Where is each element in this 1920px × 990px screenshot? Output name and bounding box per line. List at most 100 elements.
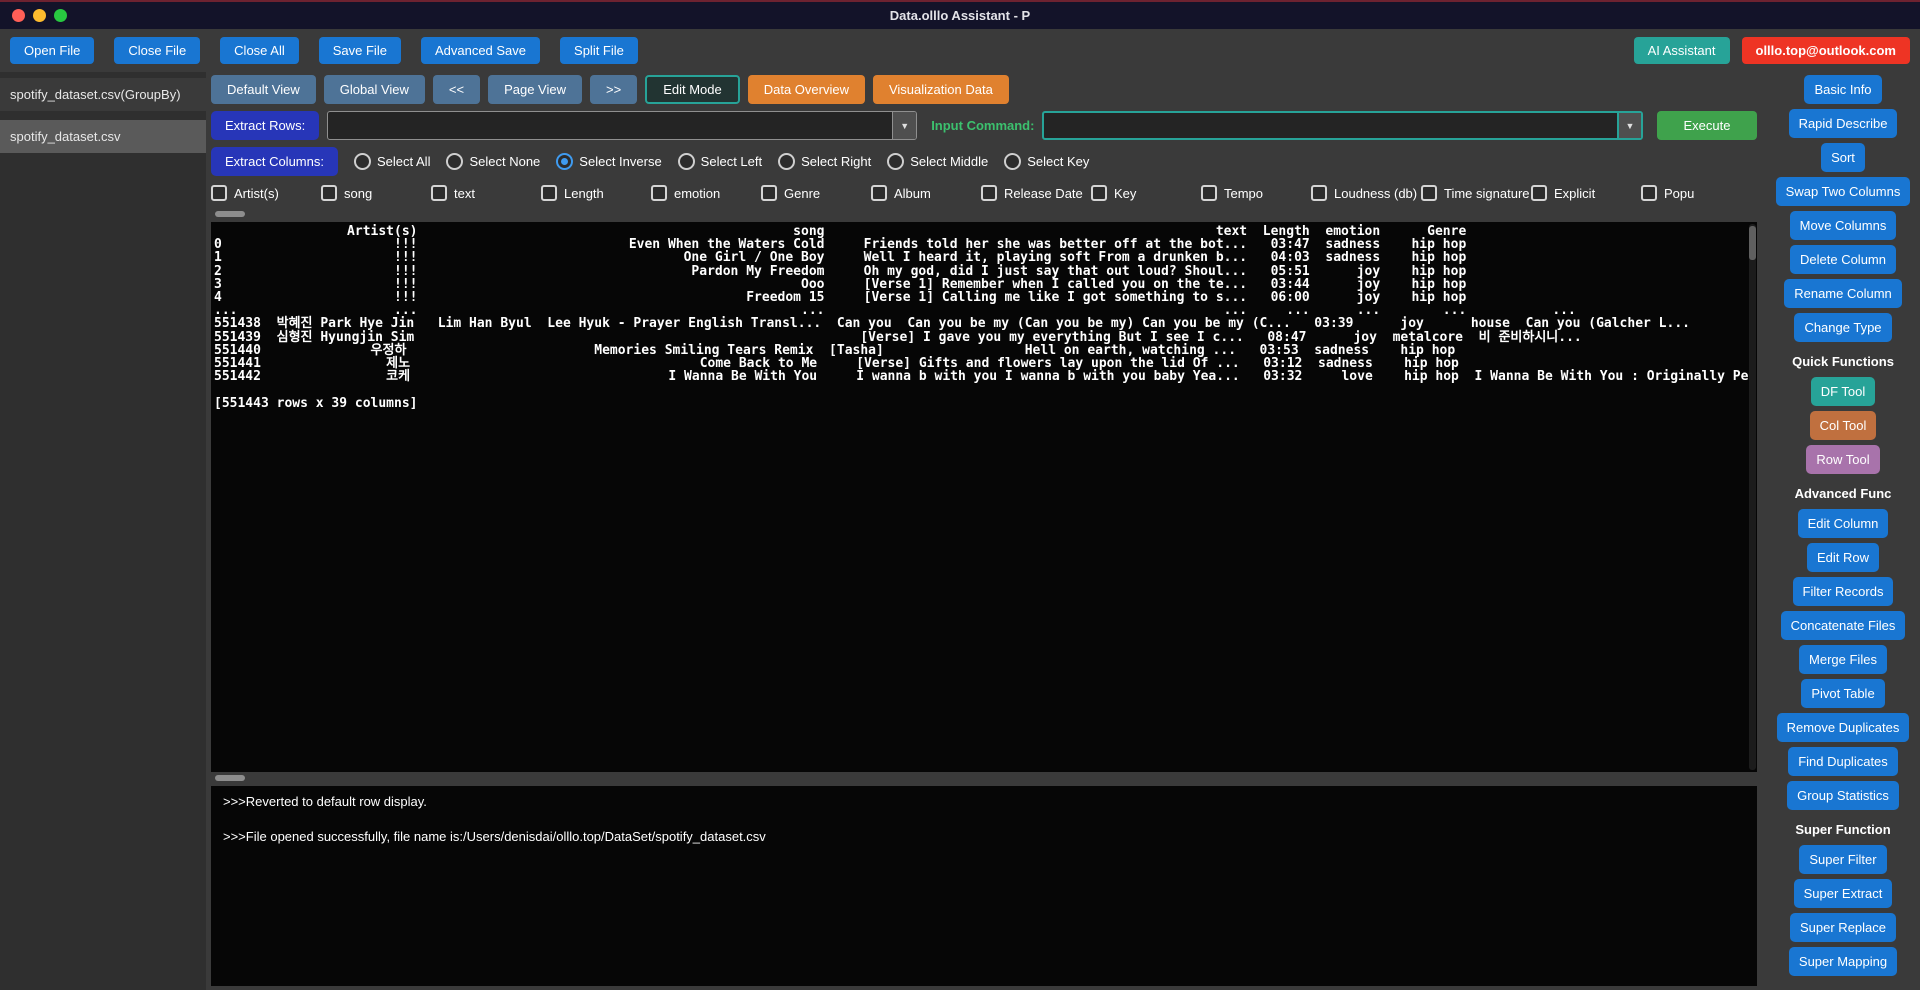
function-button-edit-row[interactable]: Edit Row [1807, 543, 1879, 572]
column-checkbox-tempo[interactable]: Tempo [1201, 181, 1311, 205]
radio-option-label: Select All [377, 154, 430, 169]
view-button-global-view[interactable]: Global View [324, 75, 425, 104]
radio-option-select-key[interactable]: Select Key [1004, 153, 1089, 170]
toolbar-button-advanced-save[interactable]: Advanced Save [421, 37, 540, 64]
radio-icon [556, 153, 573, 170]
console-line: >>>Reverted to default row display. [223, 794, 1745, 809]
ai-assistant-button[interactable]: AI Assistant [1634, 37, 1730, 64]
function-button-filter-records[interactable]: Filter Records [1793, 577, 1894, 606]
zoom-window-button[interactable] [54, 9, 67, 22]
file-tab-spotify-dataset-csv[interactable]: spotify_dataset.csv [0, 120, 206, 153]
function-button-merge-files[interactable]: Merge Files [1799, 645, 1887, 674]
column-checkbox-time-signature[interactable]: Time signature [1421, 181, 1531, 205]
input-command-combobox[interactable]: ▼ [1042, 111, 1643, 140]
minimize-window-button[interactable] [33, 9, 46, 22]
column-checkbox-length[interactable]: Length [541, 181, 651, 205]
toolbar-button-split-file[interactable]: Split File [560, 37, 638, 64]
view-button-item[interactable]: << [433, 75, 480, 104]
radio-icon [1004, 153, 1021, 170]
radio-option-select-none[interactable]: Select None [446, 153, 540, 170]
function-button-group-statistics[interactable]: Group Statistics [1787, 781, 1899, 810]
toolbar-button-save-file[interactable]: Save File [319, 37, 401, 64]
column-checkbox-genre[interactable]: Genre [761, 181, 871, 205]
column-checkbox-release-date[interactable]: Release Date [981, 181, 1091, 205]
function-button-pivot-table[interactable]: Pivot Table [1801, 679, 1884, 708]
function-button-basic-info[interactable]: Basic Info [1804, 75, 1881, 104]
titlebar: Data.olllo Assistant - P [0, 2, 1920, 29]
function-button-move-columns[interactable]: Move Columns [1790, 211, 1897, 240]
column-checkbox-song[interactable]: song [321, 181, 431, 205]
function-button-delete-column[interactable]: Delete Column [1790, 245, 1896, 274]
checkbox-label: emotion [674, 186, 720, 201]
horizontal-scrollbar[interactable] [211, 774, 1757, 782]
column-checkbox-text[interactable]: text [431, 181, 541, 205]
column-checkbox-row: Artist(s)songtextLength emotion Genre Album… [211, 181, 1757, 205]
checkbox-icon [651, 185, 667, 201]
toolbar-button-close-file[interactable]: Close File [114, 37, 200, 64]
function-button-swap-two-columns[interactable]: Swap Two Columns [1776, 177, 1911, 206]
close-window-button[interactable] [12, 9, 25, 22]
view-button-edit-mode[interactable]: Edit Mode [645, 75, 740, 104]
view-button-default-view[interactable]: Default View [211, 75, 316, 104]
checkbox-icon [1421, 185, 1437, 201]
checkbox-icon [211, 185, 227, 201]
chevron-down-icon[interactable]: ▼ [1617, 113, 1641, 138]
toolbar-button-close-all[interactable]: Close All [220, 37, 299, 64]
section-label-advanced-func: Advanced Func [1795, 486, 1892, 501]
column-checkbox-loudness-db[interactable]: Loudness (db) [1311, 181, 1421, 205]
function-button-col-tool[interactable]: Col Tool [1810, 411, 1877, 440]
checkbox-label: Popu [1664, 186, 1694, 201]
radio-option-select-all[interactable]: Select All [354, 153, 430, 170]
execute-button[interactable]: Execute [1657, 111, 1757, 140]
checkbox-label: Loudness (db) [1334, 186, 1417, 201]
column-checkbox-popu[interactable]: Popu [1641, 181, 1751, 205]
function-button-edit-column[interactable]: Edit Column [1798, 509, 1889, 538]
function-button-super-mapping[interactable]: Super Mapping [1789, 947, 1897, 976]
view-button-visualization-data[interactable]: Visualization Data [873, 75, 1009, 104]
function-button-super-extract[interactable]: Super Extract [1794, 879, 1893, 908]
horizontal-scrollbar[interactable] [211, 210, 1757, 218]
checkbox-label: Genre [784, 186, 820, 201]
dataframe-view[interactable]: Artist(s) song text Length emotion Genre… [211, 222, 1757, 772]
function-button-rename-column[interactable]: Rename Column [1784, 279, 1902, 308]
horizontal-scrollbar-thumb[interactable] [215, 211, 245, 217]
app-window: Data.olllo Assistant - P Open File Close … [0, 0, 1920, 988]
function-button-remove-duplicates[interactable]: Remove Duplicates [1777, 713, 1910, 742]
console-line: >>>File opened successfully, file name i… [223, 829, 1745, 844]
column-checkbox-artist-s[interactable]: Artist(s) [211, 181, 321, 205]
function-button-change-type[interactable]: Change Type [1794, 313, 1891, 342]
function-button-super-filter[interactable]: Super Filter [1799, 845, 1886, 874]
radio-option-select-right[interactable]: Select Right [778, 153, 871, 170]
toolbar-button-open-file[interactable]: Open File [10, 37, 94, 64]
column-checkbox-explicit[interactable]: Explicit [1531, 181, 1641, 205]
function-button-rapid-describe[interactable]: Rapid Describe [1789, 109, 1898, 138]
file-tab-spotify-dataset-csv-groupby[interactable]: spotify_dataset.csv(GroupBy) [0, 78, 206, 111]
vertical-scrollbar-thumb[interactable] [1749, 226, 1756, 260]
function-button-super-replace[interactable]: Super Replace [1790, 913, 1896, 942]
column-checkbox-emotion[interactable]: emotion [651, 181, 761, 205]
function-button-sort[interactable]: Sort [1821, 143, 1865, 172]
selection-radio-group: Select All Select None Select Inverse Selec… [354, 153, 1089, 170]
checkbox-icon [981, 185, 997, 201]
account-button[interactable]: olllo.top@outlook.com [1742, 37, 1911, 64]
function-button-concatenate-files[interactable]: Concatenate Files [1781, 611, 1906, 640]
function-button-row-tool[interactable]: Row Tool [1806, 445, 1879, 474]
function-button-df-tool[interactable]: DF Tool [1811, 377, 1876, 406]
view-button-data-overview[interactable]: Data Overview [748, 75, 865, 104]
radio-icon [887, 153, 904, 170]
chevron-down-icon[interactable]: ▼ [892, 112, 916, 139]
radio-option-select-left[interactable]: Select Left [678, 153, 762, 170]
file-panel: spotify_dataset.csv(GroupBy) spotify_data… [0, 72, 206, 990]
column-checkbox-key[interactable]: Key [1091, 181, 1201, 205]
horizontal-scrollbar-thumb[interactable] [215, 775, 245, 781]
vertical-scrollbar[interactable] [1749, 224, 1756, 770]
extract-rows-combobox[interactable]: ▼ [327, 111, 917, 140]
function-button-find-duplicates[interactable]: Find Duplicates [1788, 747, 1898, 776]
extract-columns-label: Extract Columns: [211, 147, 338, 176]
view-button-item[interactable]: >> [590, 75, 637, 104]
radio-option-select-inverse[interactable]: Select Inverse [556, 153, 661, 170]
column-checkbox-album[interactable]: Album [871, 181, 981, 205]
radio-option-label: Select Left [701, 154, 762, 169]
radio-option-select-middle[interactable]: Select Middle [887, 153, 988, 170]
view-button-page-view[interactable]: Page View [488, 75, 582, 104]
